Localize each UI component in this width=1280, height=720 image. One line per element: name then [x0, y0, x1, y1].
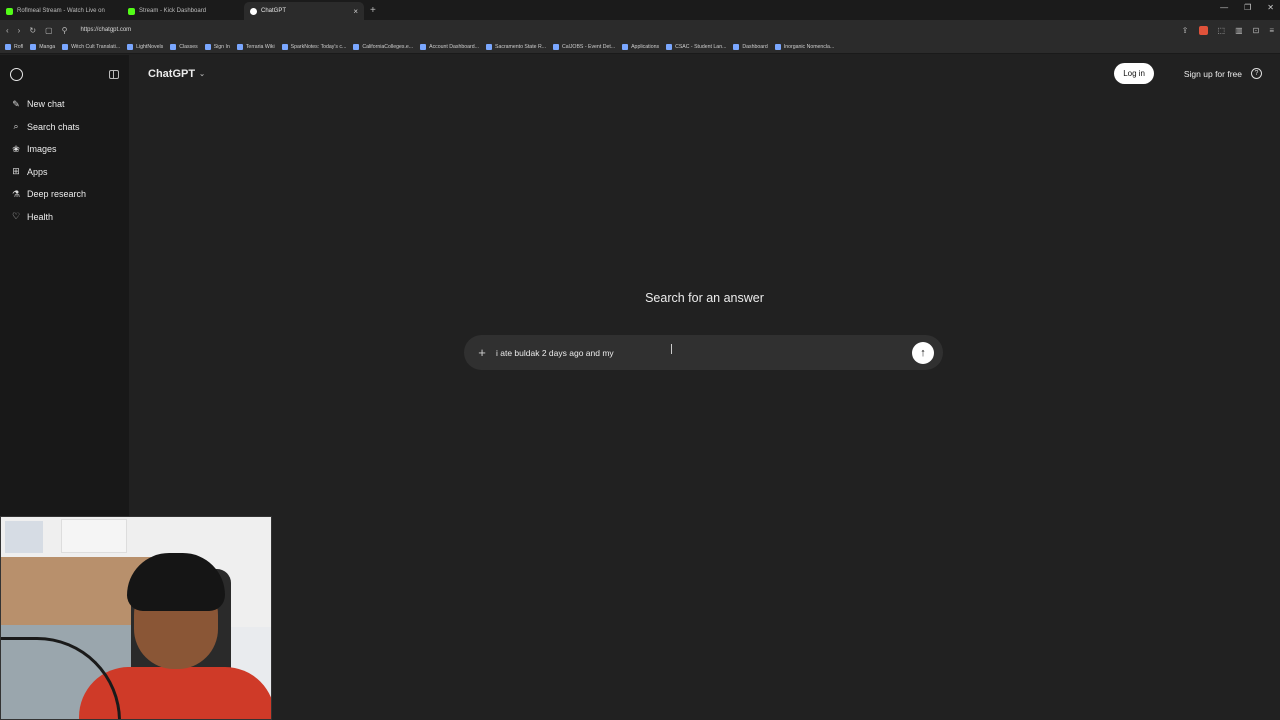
extensions-icon[interactable]: ⬚	[1218, 26, 1226, 35]
back-icon[interactable]: ‹	[6, 26, 9, 35]
deep-research-icon: ⚗	[11, 188, 21, 199]
new-tab-icon[interactable]: +	[364, 2, 382, 20]
bookmarks-bar: Rofl Manga Witch Cult Translati... Light…	[0, 40, 1280, 54]
toolbar-right: ⇪ ⬚ ▥ ⊡ ≡	[1182, 25, 1274, 35]
screen: Roflmeal Stream - Watch Live on Stream -…	[0, 0, 1280, 720]
bookmark-item[interactable]: Sacramento State R...	[486, 43, 546, 50]
kick-favicon-icon	[128, 7, 135, 15]
tab-title: Stream - Kick Dashboard	[139, 8, 207, 14]
chevron-down-icon: ⌄	[199, 71, 205, 78]
heart-icon: ♡	[11, 211, 21, 222]
sidebar-toggle-icon[interactable]: ▥	[1235, 26, 1243, 35]
bookmark-icon	[281, 43, 288, 50]
bookmark-item[interactable]: CSAC - Student Lan...	[666, 43, 726, 50]
bookmark-icon	[236, 43, 243, 50]
chat-main: ChatGPT ⌄ Log in Sign up for free ? Sear…	[129, 55, 1280, 720]
restore-icon[interactable]: ❐	[1244, 3, 1251, 12]
webcam-picture-frame	[5, 521, 43, 553]
bookmark-item[interactable]: CalJOBS - Event Det...	[553, 43, 615, 50]
sidebar-item-images[interactable]: ❀ Images	[0, 138, 129, 161]
tab-title: ChatGPT	[261, 8, 287, 14]
bookmark-item[interactable]: Sign In	[204, 43, 230, 50]
openai-logo-icon[interactable]	[10, 67, 23, 81]
kick-favicon-icon	[6, 7, 13, 15]
bookmark-item[interactable]: Classes	[170, 43, 198, 50]
bookmark-item[interactable]: Witch Cult Translati...	[62, 43, 120, 50]
text-cursor-icon	[671, 344, 672, 354]
bookmark-icon	[30, 43, 37, 50]
browser-tab[interactable]: Stream - Kick Dashboard	[122, 2, 244, 20]
sidebar-item-new-chat[interactable]: ✎ New chat	[0, 93, 129, 116]
bookmark-item[interactable]: Rofl	[5, 43, 23, 50]
bookmark-item[interactable]: Dashboard	[733, 43, 768, 50]
bookmark-item[interactable]: CaliforniaColleges.e...	[353, 43, 413, 50]
webcam-overlay	[0, 516, 272, 720]
bookmark-icon	[666, 43, 673, 50]
composer: + i ate buldak 2 days ago and my ↑	[464, 335, 943, 370]
folder-icon	[127, 43, 134, 50]
bookmark-icon	[204, 43, 211, 50]
sidebar-header	[0, 55, 129, 93]
share-icon[interactable]: ⇪	[1182, 26, 1189, 35]
bookmark-icon	[774, 43, 781, 50]
site-info-icon[interactable]: ⚲	[62, 26, 68, 35]
tab-title: Roflmeal Stream - Watch Live on	[17, 8, 105, 14]
browser-tab[interactable]: Roflmeal Stream - Watch Live on	[0, 2, 122, 20]
browser-address-bar: ‹ › ↻ ▢ ⚲ https://chatgpt.com ⇪ ⬚ ▥ ⊡ ≡	[0, 20, 1280, 40]
bookmark-icon	[62, 43, 69, 50]
bookmark-icon	[170, 43, 177, 50]
prompt-input[interactable]: i ate buldak 2 days ago and my	[496, 348, 614, 358]
bookmark-icon	[553, 43, 560, 50]
bookmark-icon	[733, 43, 740, 50]
menu-icon[interactable]: ≡	[1269, 26, 1274, 35]
webcam-picture-frame	[61, 519, 127, 553]
url-field[interactable]: https://chatgpt.com	[80, 27, 131, 33]
chatgpt-favicon-icon	[250, 7, 257, 15]
bookmark-icon	[420, 43, 427, 50]
images-icon: ❀	[12, 143, 20, 154]
bookmark-item[interactable]: Manga	[30, 43, 55, 50]
sidebar-item-apps[interactable]: ⊞ Apps	[0, 161, 129, 184]
bookmark-item[interactable]: Applications	[622, 43, 659, 50]
bookmark-icon	[353, 43, 360, 50]
bookmark-item[interactable]: LightNovels	[127, 43, 163, 50]
brave-shields-icon[interactable]	[1198, 25, 1208, 35]
browser-tab-active[interactable]: ChatGPT ×	[244, 2, 364, 20]
login-button[interactable]: Log in	[1114, 63, 1154, 84]
sidebar-item-deep-research[interactable]: ⚗ Deep research	[0, 183, 129, 206]
apps-icon: ⊞	[12, 166, 20, 177]
model-selector[interactable]: ChatGPT ⌄	[148, 68, 205, 80]
bookmark-item[interactable]: Account Dashboard...	[420, 43, 479, 50]
window-controls: — ❐ ✕	[1220, 3, 1274, 12]
browser-tab-bar: Roflmeal Stream - Watch Live on Stream -…	[0, 0, 1280, 20]
new-chat-icon: ✎	[12, 98, 20, 109]
vpn-icon[interactable]: ⊡	[1253, 26, 1260, 35]
forward-icon[interactable]: ›	[18, 26, 21, 35]
bookmark-item[interactable]: Inorganic Nomencla...	[774, 43, 834, 50]
send-button[interactable]: ↑	[912, 341, 934, 364]
close-window-icon[interactable]: ✕	[1267, 3, 1274, 12]
help-icon[interactable]: ?	[1251, 68, 1262, 79]
bookmark-page-icon[interactable]: ▢	[45, 26, 53, 35]
page-title: Search for an answer	[645, 291, 764, 305]
bookmark-icon	[486, 43, 492, 50]
close-sidebar-icon[interactable]	[109, 69, 119, 79]
sidebar-item-search-chats[interactable]: ⌕ Search chats	[0, 116, 129, 139]
minimize-icon[interactable]: —	[1220, 3, 1228, 12]
close-tab-icon[interactable]: ×	[353, 7, 358, 16]
signup-button[interactable]: Sign up for free	[1180, 63, 1246, 84]
bookmark-icon	[5, 43, 11, 50]
reload-icon[interactable]: ↻	[29, 26, 36, 35]
sidebar-item-health[interactable]: ♡ Health	[0, 206, 129, 229]
attach-plus-icon[interactable]: +	[476, 345, 488, 360]
bookmark-item[interactable]: SparkNotes: Today's c...	[281, 43, 346, 50]
bookmark-icon	[622, 43, 629, 50]
bookmark-item[interactable]: Terraria Wiki	[236, 43, 275, 50]
search-icon: ⌕	[13, 121, 19, 132]
